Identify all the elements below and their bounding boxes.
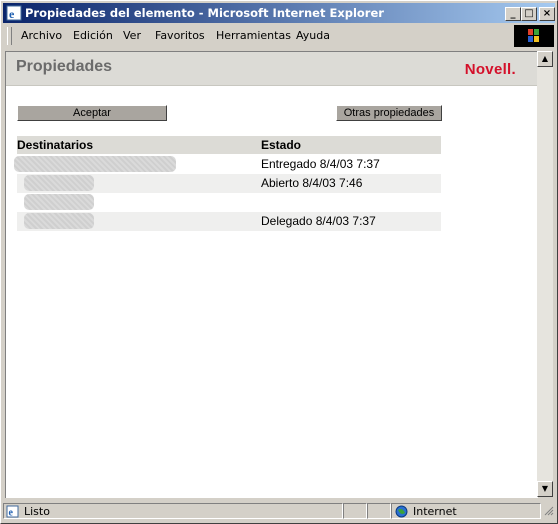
redacted-recipient	[14, 156, 176, 172]
status-pane-main: e Listo	[3, 503, 343, 519]
globe-icon	[395, 505, 408, 518]
resize-grip[interactable]	[543, 505, 554, 517]
status-pane-empty	[367, 503, 391, 519]
page-header: Propiedades Novell.	[6, 52, 538, 86]
menu-bar: Archivo Edición Ver Favoritos Herramient…	[3, 24, 555, 48]
scroll-up-arrow-icon[interactable]: ▲	[537, 51, 553, 67]
column-header-recipients: Destinatarios	[17, 138, 94, 152]
status-text: Listo	[24, 505, 50, 518]
menu-herramientas[interactable]: Herramientas	[216, 29, 291, 42]
close-button[interactable]: ×	[539, 7, 555, 21]
status-pane-empty	[343, 503, 367, 519]
page-content: Propiedades Novell. Aceptar Otras propie…	[5, 51, 538, 498]
zone-text: Internet	[413, 505, 457, 518]
menu-edicion[interactable]: Edición	[73, 29, 113, 42]
menu-ver[interactable]: Ver	[123, 29, 141, 42]
internet-explorer-icon: e	[6, 5, 22, 21]
window-title: Propiedades del elemento - Microsoft Int…	[25, 6, 384, 20]
scroll-down-arrow-icon[interactable]: ▼	[537, 481, 553, 497]
browser-window: e Propiedades del elemento - Microsoft I…	[0, 0, 558, 524]
redacted-recipient	[24, 194, 94, 210]
other-properties-button[interactable]: Otras propiedades	[336, 105, 442, 121]
svg-text:e: e	[9, 508, 14, 519]
status-cell: Delegado 8/4/03 7:37	[261, 214, 376, 228]
status-cell: Entregado 8/4/03 7:37	[261, 157, 380, 171]
vertical-scrollbar[interactable]: ▲ ▼	[537, 51, 553, 497]
title-bar[interactable]: e Propiedades del elemento - Microsoft I…	[3, 3, 555, 23]
column-header-status: Estado	[261, 138, 302, 152]
status-bar: e Listo Internet	[3, 501, 555, 521]
table-row: Delegado 8/4/03 7:37	[17, 212, 441, 231]
svg-text:e: e	[9, 7, 15, 21]
menu-archivo[interactable]: Archivo	[21, 29, 62, 42]
table-row	[17, 193, 441, 212]
page-icon: e	[6, 505, 19, 518]
redacted-recipient	[24, 213, 94, 229]
table-row: Abierto 8/4/03 7:46	[17, 174, 441, 193]
minimize-button[interactable]: _	[505, 7, 521, 21]
novell-logo: Novell.	[464, 61, 516, 78]
accept-button[interactable]: Aceptar	[17, 105, 167, 121]
maximize-button[interactable]: □	[521, 7, 537, 21]
status-pane-zone: Internet	[391, 503, 541, 519]
menu-favoritos[interactable]: Favoritos	[155, 29, 205, 42]
table-row: Entregado 8/4/03 7:37	[14, 155, 441, 174]
table-header: Destinatarios Estado	[17, 136, 441, 154]
menu-grip[interactable]	[7, 27, 12, 45]
page-title: Propiedades	[16, 58, 113, 75]
status-cell: Abierto 8/4/03 7:46	[261, 176, 363, 190]
menu-ayuda[interactable]: Ayuda	[296, 29, 330, 42]
windows-logo-icon	[514, 25, 554, 47]
redacted-recipient	[24, 175, 94, 191]
